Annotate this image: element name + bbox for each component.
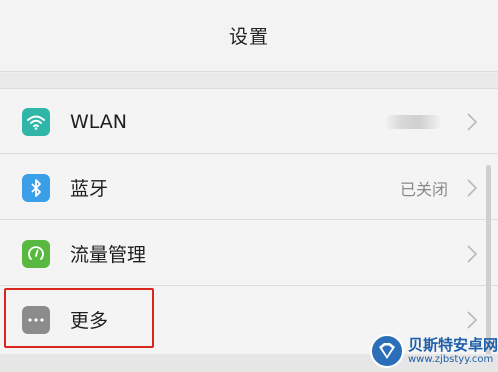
chevron-right-icon xyxy=(467,178,478,197)
settings-item-label: 蓝牙 xyxy=(70,178,109,200)
divider xyxy=(0,153,498,154)
network-name-redacted xyxy=(384,114,442,129)
chevron-right-icon xyxy=(467,310,478,329)
bluetooth-status: 已关闭 xyxy=(399,179,448,199)
watermark: 贝斯特安卓网 www.zjbstyy.com xyxy=(370,330,498,372)
data-usage-icon xyxy=(22,239,50,268)
watermark-logo-icon xyxy=(370,334,404,368)
highlight-box xyxy=(4,288,154,348)
chevron-right-icon xyxy=(467,112,478,131)
scrollbar[interactable] xyxy=(486,165,491,355)
settings-item-bluetooth[interactable]: 蓝牙 已关闭 xyxy=(0,155,498,220)
divider xyxy=(0,219,498,220)
watermark-url: www.zjbstyy.com xyxy=(408,353,494,365)
settings-item-label: 流量管理 xyxy=(70,244,147,266)
page-title: 设置 xyxy=(228,26,269,48)
watermark-name: 贝斯特安卓网 xyxy=(408,335,498,354)
wifi-icon xyxy=(22,107,50,136)
section-gap xyxy=(0,73,498,88)
chevron-right-icon xyxy=(467,244,478,263)
title-bar: 设置 xyxy=(0,0,498,72)
bluetooth-icon xyxy=(22,173,50,202)
settings-item-data-usage[interactable]: 流量管理 xyxy=(0,221,498,286)
divider xyxy=(0,285,498,286)
settings-item-wlan[interactable]: WLAN xyxy=(0,89,498,154)
settings-item-label: WLAN xyxy=(70,110,128,133)
